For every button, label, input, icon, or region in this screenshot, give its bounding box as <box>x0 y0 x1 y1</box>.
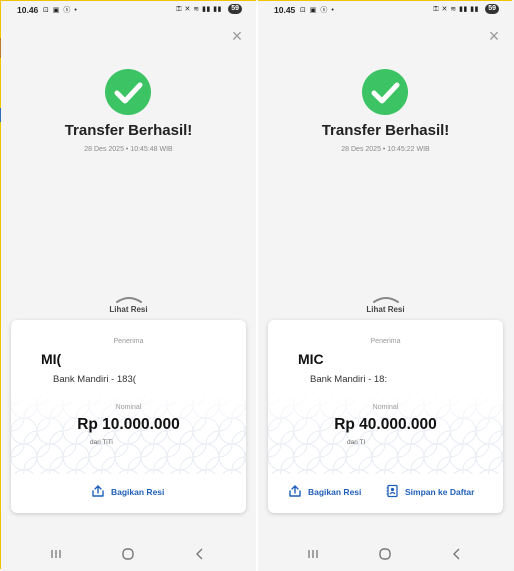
simpan-ke-daftar-label: Simpan ke Daftar <box>405 487 475 497</box>
save-contact-icon <box>386 484 398 498</box>
sender-name: dari TI <box>347 439 366 446</box>
close-icon[interactable]: × <box>487 27 501 45</box>
lihat-resi-label: Lihat Resi <box>109 305 148 314</box>
transfer-amount: Rp 10.000.000 <box>77 416 180 433</box>
recent-apps-button[interactable] <box>49 547 69 563</box>
sender-name: dari TiTi <box>90 439 113 446</box>
success-check-icon <box>362 69 408 115</box>
battery-icon: 59 <box>228 4 242 14</box>
nominal-label: Nominal <box>372 404 399 411</box>
back-button[interactable] <box>450 547 470 563</box>
home-button[interactable] <box>121 547 141 563</box>
android-nav-bar <box>258 541 513 569</box>
recent-apps-icon <box>308 550 318 558</box>
receipt-actions: Bagikan Resi Simpan ke Daftar <box>268 477 503 507</box>
share-icon <box>289 485 301 497</box>
bagikan-resi-label: Bagikan Resi <box>111 487 165 497</box>
back-icon <box>453 548 460 560</box>
battery-icon: 59 <box>485 4 499 14</box>
transfer-timestamp: 28 Des 2025 • 10:45:22 WIB <box>341 146 430 153</box>
chevron-up-icon <box>373 297 399 303</box>
transfer-timestamp: 28 Des 2025 • 10:45:48 WIB <box>84 146 173 153</box>
recent-apps-button[interactable] <box>306 547 326 563</box>
phone-screen-right: 10.45 ⊡ ▣ ⓢ • ⚿ ✕ ≋ ▮▮ ▮▮ 59 × Transfer … <box>258 1 513 569</box>
lihat-resi-toggle[interactable]: Lihat Resi <box>1 295 256 319</box>
android-nav-bar <box>1 541 256 569</box>
back-button[interactable] <box>193 547 213 563</box>
lihat-resi-toggle[interactable]: Lihat Resi <box>258 295 513 319</box>
recipient-bank: Bank Mandiri - 183( <box>53 374 136 385</box>
recipient-label: Penerima <box>113 338 144 345</box>
page-title: Transfer Berhasil! <box>321 122 450 139</box>
nominal-label: Nominal <box>115 404 142 411</box>
lihat-resi-label: Lihat Resi <box>366 305 405 314</box>
recipient-bank: Bank Mandiri - 18: <box>310 374 388 385</box>
home-icon <box>379 548 391 560</box>
home-icon <box>122 548 134 560</box>
transfer-amount: Rp 40.000.000 <box>334 416 437 433</box>
status-bar: 10.45 ⊡ ▣ ⓢ • ⚿ ✕ ≋ ▮▮ ▮▮ 59 <box>258 1 513 19</box>
chevron-up-icon <box>116 297 142 303</box>
recipient-label: Penerima <box>370 338 401 345</box>
bagikan-resi-label: Bagikan Resi <box>308 487 362 497</box>
page-title: Transfer Berhasil! <box>64 122 193 139</box>
recipient-name: MIC <box>298 351 324 367</box>
recent-apps-icon <box>51 550 61 558</box>
recipient-name: MI( <box>41 351 62 367</box>
success-check-icon <box>105 69 151 115</box>
receipt-actions: Bagikan Resi <box>11 477 246 507</box>
status-bar: 10.46 ⊡ ▣ ⓢ • ⚿ ✕ ≋ ▮▮ ▮▮ 59 <box>1 1 256 19</box>
share-icon <box>92 485 104 497</box>
system-status-icons: ⚿ ✕ ≋ ▮▮ ▮▮ <box>176 6 222 13</box>
status-time: 10.45 <box>274 5 296 15</box>
status-time: 10.46 <box>17 5 39 15</box>
home-button[interactable] <box>378 547 398 563</box>
receipt-card: Penerima MIC Bank Mandiri - 18: Nominal … <box>268 320 503 513</box>
notification-icons: ⊡ ▣ ⓢ • <box>43 7 78 14</box>
close-icon[interactable]: × <box>230 27 244 45</box>
back-icon <box>196 548 203 560</box>
phone-screen-left: 10.46 ⊡ ▣ ⓢ • ⚿ ✕ ≋ ▮▮ ▮▮ 59 × Transfer … <box>1 1 256 569</box>
system-status-icons: ⚿ ✕ ≋ ▮▮ ▮▮ <box>433 6 479 13</box>
notification-icons: ⊡ ▣ ⓢ • <box>300 7 335 14</box>
receipt-card: Penerima MI( Bank Mandiri - 183( Nominal… <box>11 320 246 513</box>
